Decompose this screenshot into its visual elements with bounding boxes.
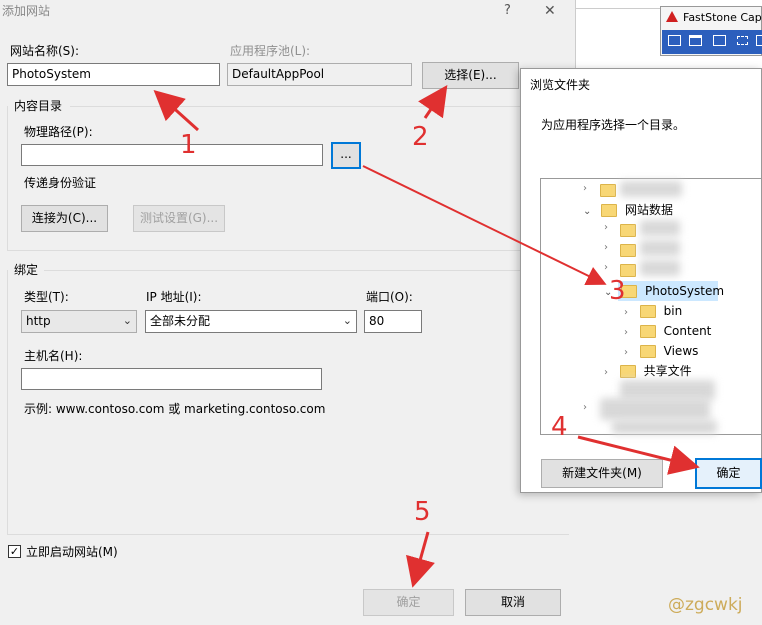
start-site-checkbox[interactable]: ✓ [8, 545, 21, 558]
blurred-label [640, 240, 680, 256]
blurred-label [612, 420, 717, 434]
blurred-label [640, 260, 680, 276]
ip-select[interactable]: 全部未分配 ⌄ [145, 310, 357, 333]
tree-label-photosystem: PhotoSystem [645, 284, 725, 298]
tree-label-website-data: 网站数据 [625, 203, 674, 217]
site-name-input[interactable]: PhotoSystem [7, 63, 220, 86]
folder-icon [639, 345, 656, 358]
new-folder-button[interactable]: 新建文件夹(M) [541, 459, 663, 488]
cancel-button[interactable]: 取消 [465, 589, 561, 616]
ip-label: IP 地址(I): [146, 290, 202, 304]
example-text: 示例: www.contoso.com 或 marketing.contoso.… [24, 402, 326, 416]
ip-value: 全部未分配 [150, 314, 211, 328]
faststone-logo-icon [666, 11, 678, 22]
folder-icon [600, 183, 616, 197]
tree-row-hidden[interactable]: › [583, 183, 587, 194]
hostname-input[interactable] [21, 368, 322, 390]
type-label: 类型(T): [24, 290, 69, 304]
browse-dialog-description: 为应用程序选择一个目录。 [541, 118, 686, 132]
chevron-right-icon: › [624, 347, 628, 358]
folder-icon [639, 325, 656, 338]
tree-row-content[interactable]: › Content [624, 321, 711, 341]
capture-window-icon[interactable] [689, 35, 702, 46]
folder-icon [620, 223, 636, 237]
capture-rect-icon[interactable] [713, 35, 726, 46]
folder-icon [620, 243, 636, 257]
tree-row-views[interactable]: › Views [624, 341, 698, 361]
folder-icon [601, 204, 618, 217]
blurred-label [620, 380, 715, 400]
capture-region-icon[interactable] [737, 36, 748, 45]
ok-button: 确定 [363, 589, 454, 616]
dialog-title: 添加网站 [2, 4, 51, 18]
tree-row-bin[interactable]: › bin [624, 301, 682, 321]
site-name-label: 网站名称(S): [10, 44, 80, 58]
blurred-label [640, 220, 680, 236]
select-pool-button[interactable]: 选择(E)... [422, 62, 519, 89]
folder-icon [619, 365, 636, 378]
annotation-5: 5 [414, 497, 431, 527]
chevron-down-icon: ⌄ [342, 314, 352, 327]
tree-row-website-data[interactable]: ⌄ 网站数据 [583, 200, 673, 220]
port-input[interactable]: 80 [364, 310, 422, 333]
content-dir-group-border [7, 106, 569, 251]
annotation-4: 4 [551, 412, 568, 442]
type-value: http [26, 314, 51, 328]
chevron-right-icon: › [624, 327, 628, 338]
annotation-3: 3 [609, 276, 626, 306]
tree-row-hidden[interactable]: › [604, 262, 608, 273]
tree-row-hidden[interactable]: › [583, 402, 587, 413]
chevron-down-icon: ⌄ [122, 314, 132, 327]
browse-dialog-title: 浏览文件夹 [530, 78, 591, 92]
hostname-label: 主机名(H): [24, 349, 83, 363]
faststone-title: FastStone Captu [683, 11, 762, 24]
close-icon[interactable]: ✕ [544, 3, 556, 19]
capture-full-icon[interactable] [756, 35, 762, 46]
tree-label-views: Views [663, 344, 699, 358]
app-pool-field: DefaultAppPool [227, 63, 412, 86]
app-pool-label: 应用程序池(L): [230, 44, 311, 58]
tree-row-hidden[interactable]: › [604, 222, 608, 233]
background-window-line [575, 8, 665, 9]
chevron-down-icon: ⌄ [583, 206, 592, 217]
annotation-1: 1 [180, 130, 197, 160]
watermark: @zgcwkj [668, 595, 743, 615]
blurred-label [620, 181, 682, 197]
folder-icon [639, 305, 656, 318]
chevron-right-icon: › [604, 367, 608, 378]
port-label: 端口(O): [366, 290, 413, 304]
start-site-label[interactable]: 立即启动网站(M) [26, 544, 118, 560]
tree-row-shared-files[interactable]: › 共享文件 [604, 361, 692, 381]
folder-icon [620, 263, 636, 277]
help-icon[interactable]: ? [504, 3, 511, 19]
tree-label-bin: bin [663, 304, 683, 318]
tree-label-shared-files: 共享文件 [643, 364, 692, 378]
tree-label-content: Content [663, 324, 712, 338]
browse-ok-button[interactable]: 确定 [695, 458, 762, 489]
tree-row-hidden[interactable]: › [604, 242, 608, 253]
annotation-2: 2 [412, 122, 429, 152]
chevron-right-icon: › [624, 307, 628, 318]
type-select[interactable]: http ⌄ [21, 310, 137, 333]
blurred-label [600, 398, 710, 420]
capture-folder-icon[interactable] [668, 35, 681, 46]
